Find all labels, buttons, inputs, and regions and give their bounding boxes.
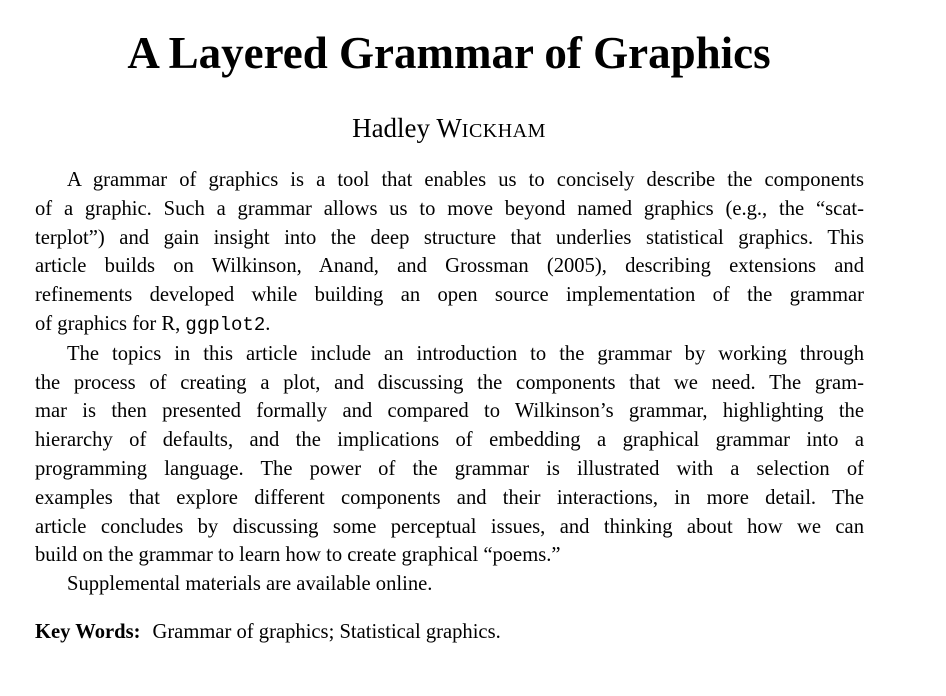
abstract-line: A grammar of graphics is a tool that ena…: [67, 169, 864, 191]
abstract-line: the process of creating a plot, and disc…: [35, 371, 864, 394]
paper-title: A Layered Grammar of Graphics: [127, 28, 771, 78]
author-last-initial: W: [436, 113, 462, 143]
keywords: Key Words: Grammar of graphics; Statistic…: [35, 618, 501, 646]
author-last-name: WICKHAM: [436, 113, 546, 143]
abstract-line: article concludes by discussing some per…: [35, 515, 864, 538]
abstract-paragraph-1: A grammar of graphics is a tool that ena…: [35, 166, 864, 340]
abstract-line-with-code: of graphics for R, ggplot2.: [35, 310, 864, 340]
abstract-paragraph-2: The topics in this article include an in…: [35, 340, 864, 570]
abstract-line: build on the grammar to learn how to cre…: [35, 544, 561, 567]
abstract-line: mar is then presented formally and compa…: [35, 400, 864, 423]
abstract-line: The topics in this article include an in…: [67, 342, 864, 365]
paper-page: A Layered Grammar of Graphics Hadley WIC…: [0, 0, 946, 696]
abstract-line: programming language. The power of the g…: [35, 457, 864, 480]
abstract-line: hierarchy of defaults, and the implicati…: [35, 429, 864, 452]
abstract-line: of a graphic. Such a grammar allows us t…: [35, 197, 864, 220]
period: .: [265, 312, 271, 335]
abstract-line: Supplemental materials are available onl…: [67, 573, 433, 596]
abstract-line-text: of graphics for R,: [35, 312, 181, 335]
abstract-line: terplot”) and gain insight into the deep…: [35, 226, 864, 249]
abstract-paragraph-3: Supplemental materials are available onl…: [35, 570, 864, 599]
abstract-line: refinements developed while building an …: [35, 284, 864, 307]
author-last-rest: ICKHAM: [461, 120, 546, 142]
abstract: A grammar of graphics is a tool that ena…: [35, 166, 864, 599]
author-name: Hadley WICKHAM: [0, 111, 898, 148]
author-first-name: Hadley: [352, 113, 431, 143]
abstract-line: examples that explore different componen…: [35, 486, 864, 509]
keywords-value: Grammar of graphics; Statistical graphic…: [152, 621, 501, 643]
abstract-line: article builds on Wilkinson, Anand, and …: [35, 255, 864, 278]
keywords-label: Key Words:: [35, 621, 141, 643]
package-name-code: ggplot2: [185, 313, 266, 336]
